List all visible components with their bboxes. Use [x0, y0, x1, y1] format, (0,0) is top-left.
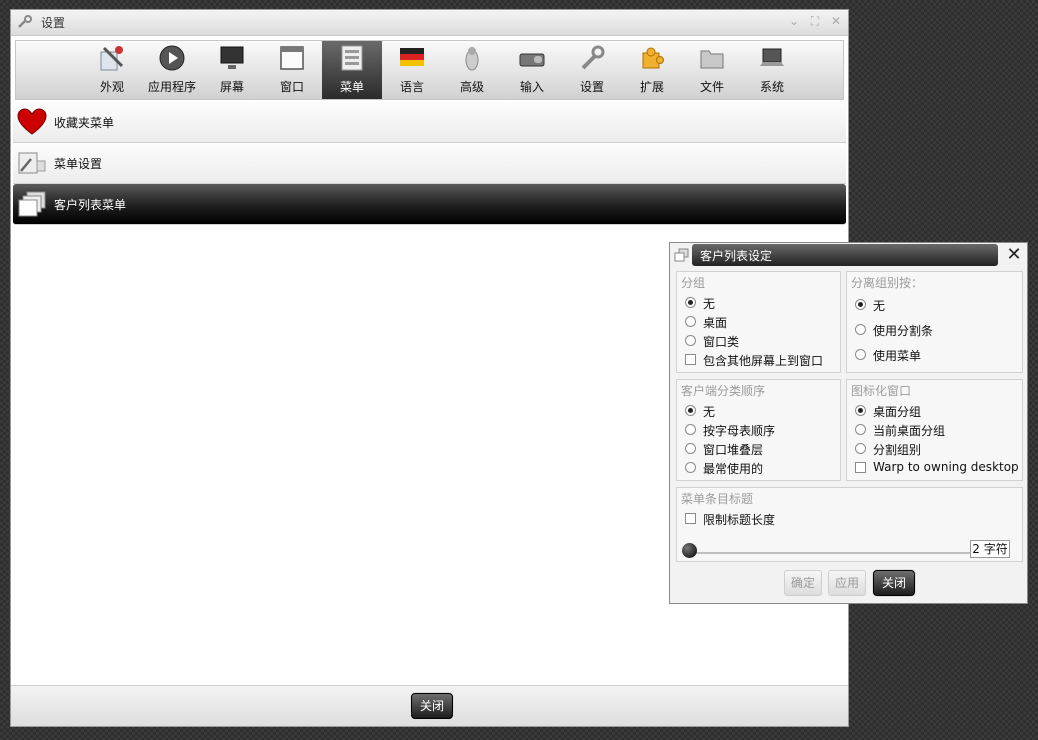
- menu-category-list: 收藏夹菜单 菜单设置 客户列表菜单: [13, 102, 846, 225]
- window-list-icon: [674, 248, 689, 262]
- tab-language[interactable]: 语言: [382, 41, 442, 99]
- window-titlebar[interactable]: 设置 ⌄ ⛶ ✕: [11, 10, 848, 36]
- main-bottom-bar: 关闭: [11, 685, 848, 726]
- radio-button[interactable]: [685, 335, 696, 346]
- iconified-windows-section: 图标化窗口 桌面分组 当前桌面分组 分割组别 Warp to owning de…: [846, 379, 1023, 481]
- radio-button[interactable]: [685, 316, 696, 327]
- window-icon: [280, 46, 304, 70]
- checkbox[interactable]: [685, 354, 696, 365]
- menu-title-section: 菜单条目标题 限制标题长度 2 字符: [676, 487, 1023, 562]
- menu-icon: [341, 45, 363, 71]
- tab-window[interactable]: 窗口: [262, 41, 322, 99]
- monitor-icon: [220, 46, 244, 69]
- list-item-favorites-menu[interactable]: 收藏夹菜单: [13, 102, 846, 143]
- radio-button[interactable]: [685, 443, 696, 454]
- tab-input[interactable]: 输入: [502, 41, 562, 99]
- category-toolbar: 外观 应用程序 屏幕 窗口 菜单 语言 高级 输入 设置 扩展 文件 系统: [15, 40, 844, 100]
- puzzle-icon: [642, 47, 664, 69]
- tab-menu[interactable]: 菜单: [322, 41, 382, 99]
- keyboard-mouse-icon: [519, 53, 545, 67]
- client-list-settings-dialog: 客户列表设定 ✕ 分组 无 桌面 窗口类 包含其他屏幕上到窗口 分离组别按： 无: [669, 242, 1028, 604]
- menu-settings-icon: [18, 152, 46, 174]
- laptop-icon: [760, 48, 784, 66]
- list-item-client-list-menu[interactable]: 客户列表菜单: [13, 184, 846, 225]
- radio-button[interactable]: [685, 462, 696, 473]
- window-list-icon: [18, 191, 46, 217]
- window-close-icon[interactable]: ✕: [829, 14, 843, 28]
- title-length-slider-track[interactable]: [691, 552, 971, 554]
- flag-icon: [400, 48, 424, 66]
- dialog-close-icon[interactable]: ✕: [1003, 245, 1025, 265]
- tab-appearance[interactable]: 外观: [82, 41, 142, 99]
- maximize-icon[interactable]: ⛶: [808, 14, 822, 28]
- radio-button[interactable]: [855, 299, 866, 310]
- separate-groups-section: 分离组别按： 无 使用分割条 使用菜单: [846, 271, 1023, 373]
- list-item-menu-settings[interactable]: 菜单设置: [13, 143, 846, 184]
- tab-advanced[interactable]: 高级: [442, 41, 502, 99]
- wrench-icon: [581, 45, 605, 70]
- folder-icon: [700, 50, 724, 69]
- title-length-slider-handle[interactable]: [682, 543, 697, 558]
- radio-button[interactable]: [855, 443, 866, 454]
- paint-tools-icon: [100, 46, 124, 71]
- iconified-windows-title: 图标化窗口: [851, 384, 912, 398]
- play-icon: [159, 45, 185, 71]
- wrench-icon: [18, 15, 32, 28]
- radio-button[interactable]: [855, 324, 866, 335]
- tab-applications[interactable]: 应用程序: [142, 41, 202, 99]
- radio-button[interactable]: [855, 424, 866, 435]
- checkbox[interactable]: [855, 462, 866, 473]
- dialog-titlebar[interactable]: 客户列表设定: [692, 244, 998, 266]
- sort-order-section: 客户端分类顺序 无 按字母表顺序 窗口堆叠层 最常使用的: [676, 379, 841, 481]
- ok-button[interactable]: 确定: [784, 570, 823, 596]
- tab-settings[interactable]: 设置: [562, 41, 622, 99]
- radio-button[interactable]: [685, 297, 696, 308]
- checkbox[interactable]: [685, 513, 696, 524]
- dialog-title: 客户列表设定: [700, 249, 773, 263]
- group-by-section: 分组 无 桌面 窗口类 包含其他屏幕上到窗口: [676, 271, 841, 373]
- radio-button[interactable]: [685, 405, 696, 416]
- tab-screen[interactable]: 屏幕: [202, 41, 262, 99]
- sort-order-title: 客户端分类顺序: [681, 384, 766, 398]
- radio-button[interactable]: [685, 424, 696, 435]
- tab-files[interactable]: 文件: [682, 41, 742, 99]
- main-close-button[interactable]: 关闭: [411, 693, 454, 719]
- radio-button[interactable]: [855, 405, 866, 416]
- radio-button[interactable]: [855, 349, 866, 360]
- heart-icon: [17, 108, 47, 135]
- menu-title-title: 菜单条目标题: [681, 492, 754, 506]
- apply-button[interactable]: 应用: [828, 570, 867, 596]
- group-by-title: 分组: [681, 276, 706, 290]
- separate-groups-title: 分离组别按：: [851, 276, 924, 290]
- dialog-close-button[interactable]: 关闭: [873, 570, 916, 596]
- shade-icon[interactable]: ⌄: [787, 14, 801, 28]
- window-title: 设置: [41, 16, 66, 30]
- tab-system[interactable]: 系统: [742, 41, 802, 99]
- title-length-spinbox[interactable]: 2 字符: [970, 540, 1010, 558]
- tab-extensions[interactable]: 扩展: [622, 41, 682, 99]
- penguin-icon: [465, 47, 479, 71]
